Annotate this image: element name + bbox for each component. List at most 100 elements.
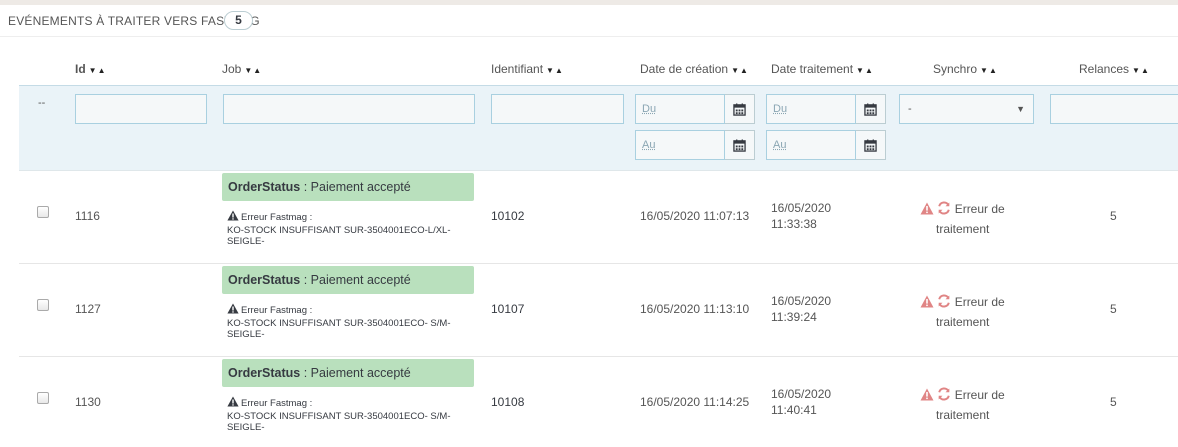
panel-title: Evénements à traiter vers Fastmag — [8, 14, 260, 28]
error-title: Erreur Fastmag : — [241, 398, 312, 409]
error-title: Erreur Fastmag : — [241, 212, 312, 223]
job-separator: : — [300, 180, 310, 194]
error-message: Erreur Fastmag : KO-STOCK INSUFFISANT SU… — [227, 396, 477, 434]
synchro-status-line-1: Erreur de — [955, 388, 1005, 402]
sort-icon[interactable]: ▼▲ — [980, 66, 998, 75]
row-date-creation: 16/05/2020 11:07:13 — [640, 209, 749, 223]
row-date-creation: 16/05/2020 11:13:10 — [640, 302, 749, 316]
date-traitement-time: 11:40:41 — [771, 403, 817, 417]
column-header-synchro[interactable]: Synchro ▼▲ — [933, 62, 998, 76]
job-status-badge: OrderStatus : Paiement accepté — [222, 173, 474, 201]
row-id: 1130 — [75, 395, 101, 409]
synchro-status-line-1: Erreur de — [955, 295, 1005, 309]
row-date-traitement: 16/05/2020 11:33:38 — [771, 200, 831, 232]
error-line-1: KO-STOCK INSUFFISANT SUR-3504001ECO- S/M… — [227, 318, 450, 329]
error-line-2: SEIGLE- — [227, 236, 265, 247]
calendar-icon[interactable] — [856, 130, 886, 160]
refresh-icon[interactable] — [937, 294, 951, 313]
job-value: Paiement accepté — [311, 273, 411, 287]
job-separator: : — [300, 366, 310, 380]
synchro-status-line-2: traitement — [936, 315, 989, 329]
filter-synchro-selected: - — [908, 103, 912, 115]
column-header-date-creation[interactable]: Date de création ▼▲ — [640, 62, 749, 76]
count-badge: 5 — [224, 11, 253, 30]
sort-icon[interactable]: ▼▲ — [731, 66, 749, 75]
job-value: Paiement accepté — [311, 180, 411, 194]
synchro-status-line-1: Erreur de — [955, 202, 1005, 216]
error-message: Erreur Fastmag : KO-STOCK INSUFFISANT SU… — [227, 210, 477, 248]
row-checkbox[interactable] — [37, 299, 49, 311]
sort-icon[interactable]: ▼▲ — [856, 66, 874, 75]
row-synchro-status: Erreur de traitement — [920, 386, 1050, 424]
row-relances: 5 — [1110, 395, 1117, 409]
filter-date-traitement-to[interactable]: Au — [766, 130, 856, 160]
job-label: OrderStatus — [228, 366, 300, 380]
row-date-traitement: 16/05/2020 11:39:24 — [771, 293, 831, 325]
date-traitement-date: 16/05/2020 — [771, 294, 831, 308]
filter-job-input[interactable] — [223, 94, 475, 124]
column-header-date-creation-label: Date de création — [640, 62, 728, 76]
calendar-icon[interactable] — [856, 94, 886, 124]
sort-icon[interactable]: ▼▲ — [89, 66, 107, 75]
date-traitement-date: 16/05/2020 — [771, 201, 831, 215]
column-header-synchro-label: Synchro — [933, 62, 977, 76]
row-identifiant: 10107 — [491, 302, 524, 316]
row-date-traitement: 16/05/2020 11:40:41 — [771, 386, 831, 418]
filter-placeholder-dash: -- — [38, 97, 45, 109]
row-relances: 5 — [1110, 209, 1117, 223]
column-header-date-traitement-label: Date traitement — [771, 62, 853, 76]
job-label: OrderStatus — [228, 180, 300, 194]
column-header-job[interactable]: Job ▼▲ — [222, 62, 262, 76]
date-traitement-date: 16/05/2020 — [771, 387, 831, 401]
refresh-icon[interactable] — [937, 201, 951, 220]
column-header-job-label: Job — [222, 62, 241, 76]
row-checkbox[interactable] — [37, 392, 49, 404]
column-header-date-traitement[interactable]: Date traitement ▼▲ — [771, 62, 874, 76]
job-label: OrderStatus — [228, 273, 300, 287]
warning-icon — [227, 210, 239, 225]
job-status-badge: OrderStatus : Paiement accepté — [222, 266, 474, 294]
sort-icon[interactable]: ▼▲ — [244, 66, 262, 75]
date-traitement-time: 11:33:38 — [771, 217, 817, 231]
panel-heading: Evénements à traiter vers Fastmag 5 — [0, 5, 1178, 37]
row-checkbox[interactable] — [37, 206, 49, 218]
refresh-icon[interactable] — [937, 387, 951, 406]
row-date-creation: 16/05/2020 11:14:25 — [640, 395, 749, 409]
error-message: Erreur Fastmag : KO-STOCK INSUFFISANT SU… — [227, 303, 477, 341]
column-header-relances[interactable]: Relances ▼▲ — [1079, 62, 1150, 76]
row-synchro-status: Erreur de traitement — [920, 200, 1050, 238]
filter-identifiant-input[interactable] — [491, 94, 624, 124]
row-identifiant: 10108 — [491, 395, 524, 409]
column-header-id[interactable]: Id ▼▲ — [75, 62, 107, 76]
calendar-icon[interactable] — [725, 94, 755, 124]
column-header-identifiant[interactable]: Identifiant ▼▲ — [491, 62, 564, 76]
filter-date-creation-from[interactable]: Du — [635, 94, 725, 124]
row-identifiant: 10102 — [491, 209, 524, 223]
warning-icon — [227, 303, 239, 318]
filter-date-creation-to[interactable]: Au — [635, 130, 725, 160]
synchro-status-line-2: traitement — [936, 222, 989, 236]
filter-id-input[interactable] — [75, 94, 207, 124]
filter-date-traitement-from[interactable]: Du — [766, 94, 856, 124]
column-header-identifiant-label: Identifiant — [491, 62, 543, 76]
sort-icon[interactable]: ▼▲ — [546, 66, 564, 75]
synchro-status-line-2: traitement — [936, 408, 989, 422]
error-title: Erreur Fastmag : — [241, 305, 312, 316]
sort-icon[interactable]: ▼▲ — [1132, 66, 1150, 75]
error-line-1: KO-STOCK INSUFFISANT SUR-3504001ECO-L/XL… — [227, 225, 451, 236]
error-line-2: SEIGLE- — [227, 422, 265, 433]
calendar-icon[interactable] — [725, 130, 755, 160]
date-traitement-time: 11:39:24 — [771, 310, 817, 324]
filter-relances-input[interactable] — [1050, 94, 1178, 124]
row-id: 1127 — [75, 302, 101, 316]
error-line-2: SEIGLE- — [227, 329, 265, 340]
chevron-down-icon: ▼ — [1016, 95, 1025, 123]
filter-synchro-select[interactable]: - ▼ — [899, 94, 1034, 124]
job-status-badge: OrderStatus : Paiement accepté — [222, 359, 474, 387]
column-header-id-label: Id — [75, 62, 86, 76]
warning-icon — [920, 295, 934, 313]
row-id: 1116 — [75, 209, 100, 223]
row-relances: 5 — [1110, 302, 1117, 316]
warning-icon — [920, 388, 934, 406]
job-separator: : — [300, 273, 310, 287]
